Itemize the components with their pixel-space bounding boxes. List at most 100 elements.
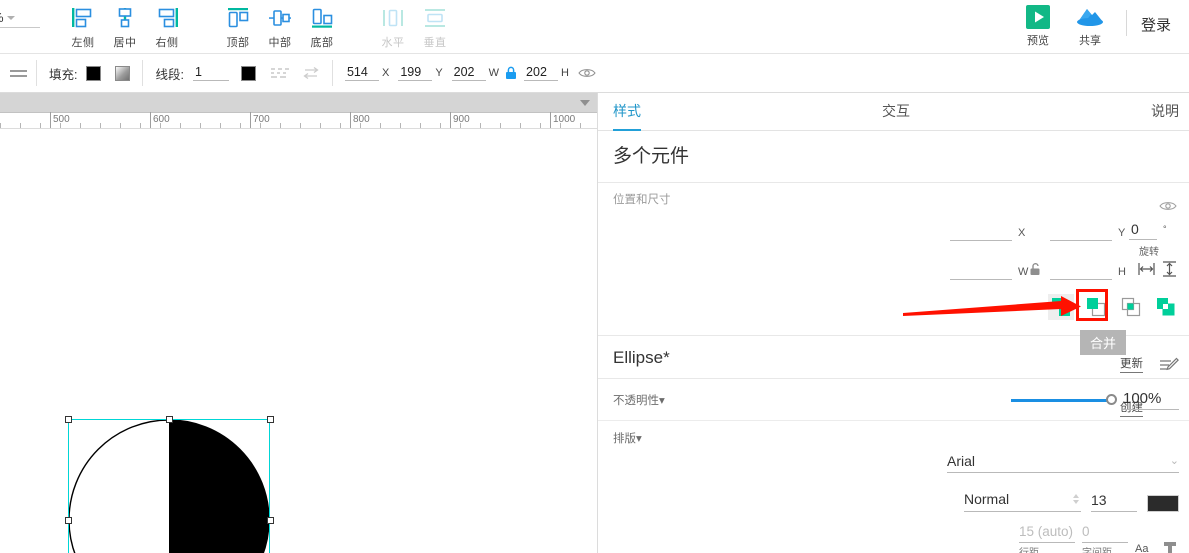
opacity-value-field[interactable] [1123,390,1179,410]
panel-h-tag: H [1118,266,1126,278]
align-middle-icon [269,10,291,26]
boolean-exclude-button[interactable] [1153,294,1179,320]
rotation-input[interactable] [1129,221,1157,240]
font-color-swatch[interactable] [1147,495,1179,512]
font-family-select[interactable]: Arial ⌄ [947,449,1179,473]
font-weight-select[interactable]: Normal [964,487,1081,512]
unlock-icon[interactable] [1030,263,1041,281]
typography-label: 排版 [613,433,636,445]
position-row: X Y ° 旋转 [598,217,1189,258]
align-left-button[interactable]: 左侧 [62,2,104,50]
line-width-input[interactable] [192,65,229,81]
align-center-button[interactable]: 居中 [104,2,146,50]
resize-handle-ne[interactable] [267,416,274,423]
panel-w-field[interactable]: W [950,262,1028,280]
line-color-swatch[interactable] [240,65,256,81]
panel-x-input[interactable] [950,223,1012,241]
arrow-right-icon [903,296,1081,316]
panel-w-input[interactable] [950,262,1012,280]
ruler-tick [400,123,401,128]
ruler-major-tick [50,112,51,128]
opacity-label-group[interactable]: 不透明性▾ [613,392,665,408]
selected-shapes-group[interactable] [65,416,274,553]
typography-label-group[interactable]: 排版▾ [613,430,642,446]
selection-bounds-outer [68,419,270,553]
align-right-button[interactable]: 右侧 [146,2,188,50]
resize-handle-e[interactable] [267,517,274,524]
shape-name[interactable]: Ellipse* [613,348,670,367]
arrow-style-icon[interactable] [302,66,320,80]
fill-label: 填充: [49,67,78,82]
position-size-label: 位置和尺寸 [613,194,671,206]
ruler-tick [500,123,501,128]
panel-h-input[interactable] [1050,262,1112,280]
resize-handle-w[interactable] [65,517,72,524]
resize-handle-n[interactable] [166,416,173,423]
tab-notes[interactable]: 说明 [1151,93,1179,131]
line-label: 线段: [155,67,184,82]
y-input[interactable] [398,65,433,81]
canvas-area[interactable]: 500 600 700 800 900 1000 [0,93,597,553]
ruler-tick [300,123,301,128]
eye-icon[interactable] [578,67,596,79]
line-height-field[interactable]: 15 (auto) 行距 [1019,524,1075,553]
fill-section: 填充: [37,53,142,93]
design-board[interactable] [0,129,597,553]
panel-menu-button[interactable] [0,53,36,93]
line-height-unit: 行距 [1019,542,1075,553]
flip-vertical-icon[interactable] [1161,261,1178,282]
distribute-vertical-button[interactable]: 垂直 [414,2,456,50]
x-input[interactable] [344,65,379,81]
boolean-subtract-button[interactable] [1083,294,1109,320]
ruler-tick [520,123,521,128]
ruler-major-tick [450,112,451,128]
opacity-slider-knob[interactable] [1106,394,1117,405]
letter-spacing-field[interactable]: 0 字间距 [1082,524,1128,553]
intersect-icon [1121,297,1141,317]
align-left-label: 左侧 [71,37,95,49]
height-input[interactable] [524,65,559,81]
text-case-icon[interactable]: Aa [1135,541,1155,553]
font-size-input[interactable] [1091,492,1137,512]
opacity-input[interactable] [1123,390,1179,410]
align-top-icon [228,8,249,28]
panel-x-field[interactable]: X [950,223,1025,241]
align-middle-button[interactable]: 中部 [259,2,301,50]
align-bottom-button[interactable]: 底部 [301,2,343,50]
fill-color-swatch[interactable] [86,65,102,81]
share-button[interactable]: 共享 [1064,0,1116,48]
lock-icon[interactable] [505,66,517,80]
chevron-down-icon[interactable] [580,100,590,106]
panel-x-tag: X [1018,227,1026,239]
boolean-operations-row [598,289,1189,335]
update-button[interactable]: 更新 [1120,356,1143,373]
panel-h-field[interactable]: H [1050,262,1126,280]
letter-spacing-value: 0 [1082,524,1090,539]
text-decoration-icon[interactable] [1163,541,1179,553]
align-right-icon [158,8,178,28]
ruler-tick [480,123,481,128]
align-top-button[interactable]: 顶部 [217,2,259,50]
aixure-editor-window: % 左侧 居中 [0,0,1189,553]
preview-button[interactable]: 预览 [1012,0,1064,48]
panel-y-field[interactable]: Y [1050,223,1125,241]
width-input[interactable] [451,65,486,81]
zoom-level-dropdown[interactable]: % [0,10,40,28]
hamburger-icon [9,69,27,77]
boolean-intersect-button[interactable] [1118,294,1144,320]
align-vertical-group: 顶部 中部 底部 [217,2,343,50]
tab-interaction[interactable]: 交互 [882,93,910,131]
opacity-slider-track[interactable] [1011,399,1111,402]
boolean-union-tooltip: 合并 [1080,330,1127,355]
flip-horizontal-icon[interactable] [1138,261,1155,282]
chevron-down-icon: ▾ [659,395,665,407]
rotation-field[interactable]: ° [1129,221,1167,240]
distribute-horizontal-button[interactable]: 水平 [372,2,414,50]
resize-handle-nw[interactable] [65,416,72,423]
dashed-line-icon[interactable] [270,66,290,80]
login-button[interactable]: 登录 [1141,14,1171,35]
panel-y-input[interactable] [1050,223,1112,241]
tab-style[interactable]: 样式 [613,93,641,131]
fill-gradient-swatch[interactable] [115,65,131,81]
annotation-arrow [903,295,1083,326]
